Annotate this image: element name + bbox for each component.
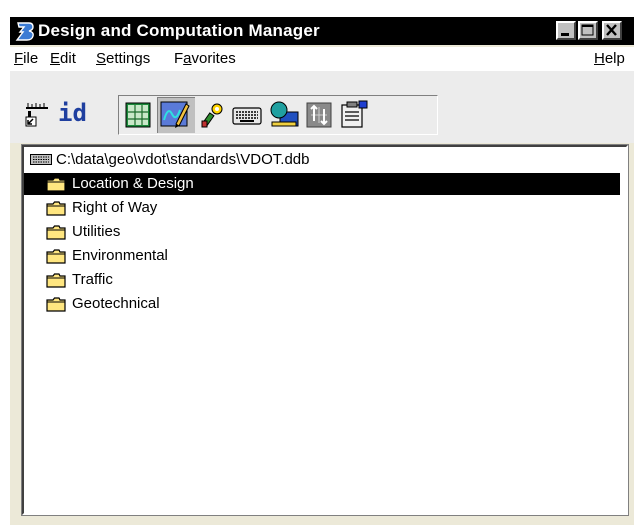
tree-root[interactable]: C:\data\geo\vdot\standards\VDOT.ddb <box>24 149 620 171</box>
toolbar: id <box>10 71 634 143</box>
tree-item-geotechnical[interactable]: Geotechnical <box>24 293 620 315</box>
tree-item-environmental[interactable]: Environmental <box>24 245 620 267</box>
tree-item-utilities[interactable]: Utilities <box>24 221 620 243</box>
tree-item-traffic[interactable]: Traffic <box>24 269 620 291</box>
bentley-b-icon[interactable] <box>14 20 36 42</box>
folder-icon <box>46 225 66 240</box>
tree-item-label: Environmental <box>72 247 168 264</box>
folder-icon <box>46 201 66 216</box>
menu-edit[interactable]: Edit <box>50 50 76 67</box>
keyboard-icon[interactable] <box>232 105 262 127</box>
maximize-icon <box>581 24 594 36</box>
folder-icon <box>46 297 66 312</box>
tree-item-location-design[interactable]: Location & Design <box>24 173 620 195</box>
close-button[interactable] <box>602 21 622 40</box>
menu-help[interactable]: Help <box>594 50 625 67</box>
minimize-icon <box>561 33 569 36</box>
tree-item-label: Traffic <box>72 271 113 288</box>
tree-item-right-of-way[interactable]: Right of Way <box>24 197 620 219</box>
tree-item-label: Geotechnical <box>72 295 160 312</box>
folder-icon <box>46 249 66 264</box>
menu-favorites[interactable]: Favorites <box>174 50 236 67</box>
tree-item-label: Right of Way <box>72 199 158 216</box>
folder-icon <box>46 273 66 288</box>
tree-root-label: C:\data\geo\vdot\standards\VDOT.ddb <box>56 151 310 168</box>
application-window: Design and Computation Manager File Edit… <box>8 15 634 525</box>
tree-item-label: Location & Design <box>72 175 194 192</box>
menu-bar: File Edit Settings Favorites Help <box>10 47 634 71</box>
maximize-button[interactable] <box>578 21 598 40</box>
pencil-drawing-icon <box>160 101 190 128</box>
menu-file[interactable]: File <box>14 50 38 67</box>
shapes-icon[interactable] <box>268 100 300 130</box>
key-icon[interactable] <box>200 101 228 129</box>
title-bar[interactable]: Design and Computation Manager <box>10 17 634 45</box>
grid-icon[interactable] <box>124 101 152 129</box>
tree-item-label: Utilities <box>72 223 121 240</box>
database-icon <box>30 154 52 165</box>
id-icon[interactable]: id <box>58 99 87 127</box>
clipboard-icon[interactable] <box>339 99 369 129</box>
pencil-tool-button[interactable] <box>157 97 195 133</box>
close-icon <box>606 24 617 36</box>
database-tree[interactable]: C:\data\geo\vdot\standards\VDOT.ddb Loca… <box>21 144 629 516</box>
menu-settings[interactable]: Settings <box>96 50 150 67</box>
ruler-icon[interactable] <box>24 101 52 127</box>
minimize-button[interactable] <box>556 21 576 40</box>
folder-icon <box>46 177 66 192</box>
updown-arrows-icon[interactable] <box>305 101 333 129</box>
window-title: Design and Computation Manager <box>38 21 320 40</box>
